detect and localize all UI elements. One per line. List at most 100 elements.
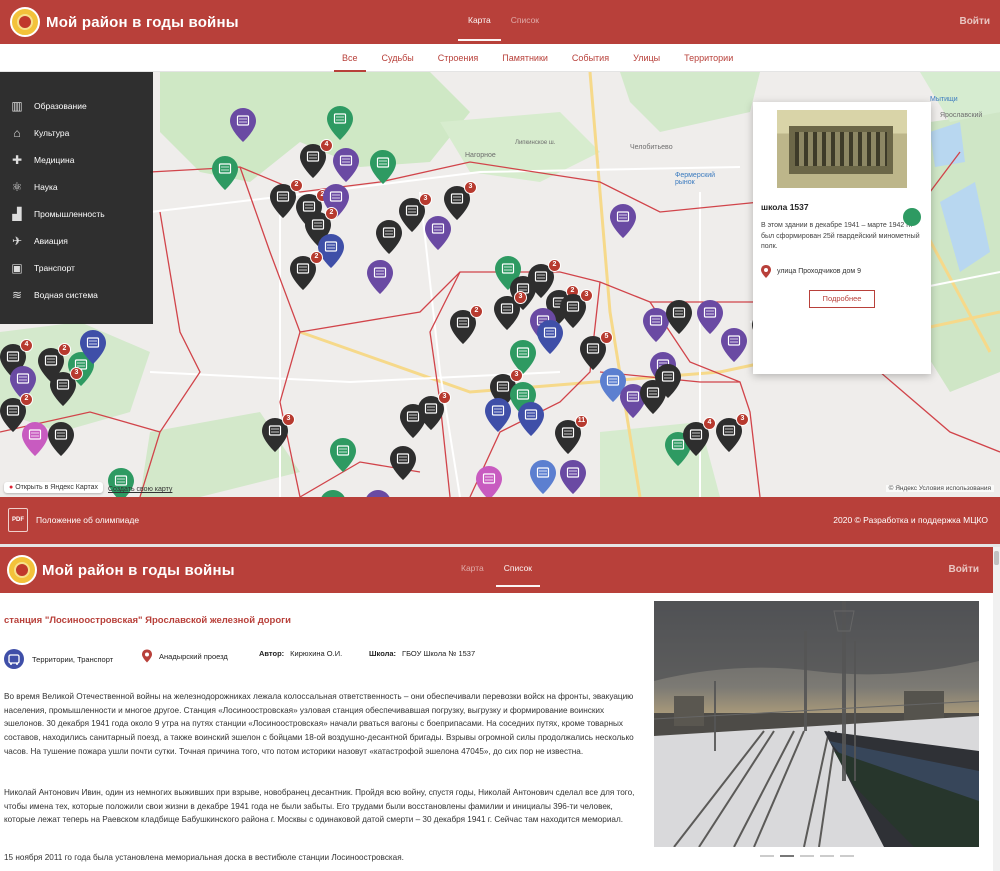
map-marker[interactable]: 4 (300, 139, 333, 178)
carousel-dot[interactable] (800, 855, 814, 857)
map-marker[interactable] (390, 446, 416, 480)
sidebar-item-transport[interactable]: ▣ Транспорт (0, 254, 153, 281)
tab-list[interactable]: Список (495, 563, 541, 587)
map-marker[interactable] (610, 204, 636, 238)
sidebar-item-culture[interactable]: ⌂ Культура (0, 119, 153, 146)
map-marker[interactable] (425, 216, 451, 250)
scrollbar-thumb[interactable] (994, 551, 999, 565)
sidebar-item-industry[interactable]: ▟ Промышленность (0, 200, 153, 227)
tab-underline (458, 39, 501, 41)
tab-map[interactable]: Карта (461, 563, 484, 579)
map-marker[interactable] (370, 150, 396, 184)
map-marker[interactable] (518, 402, 544, 436)
map-marker[interactable]: 3 (716, 413, 749, 452)
carousel-dot[interactable] (760, 855, 774, 857)
category-all[interactable]: Все (330, 44, 370, 72)
map-canvas[interactable]: Нагорное Липкинское ш. Челобитьево Ферме… (0, 72, 1000, 497)
marker-pin-icon (370, 150, 396, 184)
marker-pin-icon (666, 300, 692, 334)
category-territories[interactable]: Территории (672, 44, 745, 72)
map-marker[interactable] (697, 300, 723, 334)
sidebar-item-medicine[interactable]: ✚ Медицина (0, 146, 153, 173)
category-streets[interactable]: Улицы (621, 44, 672, 72)
map-marker[interactable]: 3 (494, 291, 527, 330)
map-marker[interactable] (476, 466, 502, 497)
article-photo[interactable] (654, 601, 979, 847)
cluster-count-badge: 2 (290, 179, 303, 192)
map-marker[interactable]: 3 (560, 289, 593, 328)
map-marker[interactable]: 2 (450, 305, 483, 344)
tab-list[interactable]: Список (511, 15, 539, 31)
map-marker[interactable]: 3 (399, 193, 432, 232)
view-tabs: Карта Список (458, 15, 539, 41)
cluster-count-badge: 2 (325, 207, 338, 220)
map-marker[interactable] (537, 320, 563, 354)
carousel-dot[interactable] (840, 855, 854, 857)
map-marker[interactable] (230, 108, 256, 142)
marker-pin-icon (230, 108, 256, 142)
category-buildings[interactable]: Строения (426, 44, 491, 72)
regulations-link[interactable]: Положение об олимпиаде (36, 515, 139, 525)
map-marker[interactable] (22, 422, 48, 456)
carousel-dot[interactable] (780, 855, 794, 857)
map-marker[interactable] (212, 156, 238, 190)
category-monuments[interactable]: Памятники (490, 44, 560, 72)
atom-icon: ⚛ (11, 179, 23, 194)
cluster-count-badge: 3 (736, 413, 749, 426)
map-marker[interactable] (530, 460, 556, 494)
map-marker[interactable]: 11 (555, 415, 588, 454)
article: станция "Лосиноостровская" Ярославской ж… (0, 593, 993, 871)
popup-photo (777, 110, 907, 188)
map-marker[interactable]: 2 (290, 251, 323, 290)
map-marker[interactable]: 2 (270, 179, 303, 218)
map-marker[interactable] (666, 300, 692, 334)
map-marker[interactable]: 4 (683, 417, 716, 456)
scrollbar[interactable] (993, 547, 1000, 871)
create-map-link[interactable]: Создать свою карту (108, 486, 172, 493)
map-marker[interactable]: 3 (50, 367, 83, 406)
map-marker[interactable] (560, 460, 586, 494)
sidebar-item-water[interactable]: ≋ Водная система (0, 281, 153, 308)
tab-map[interactable]: Карта (458, 15, 501, 41)
map-marker[interactable] (485, 398, 511, 432)
marker-pin-icon (376, 220, 402, 254)
pdf-icon[interactable]: PDF (8, 508, 28, 532)
category-fates[interactable]: Судьбы (370, 44, 426, 72)
sidebar-item-label: Транспорт (34, 262, 75, 273)
map-marker[interactable] (376, 220, 402, 254)
login-button[interactable]: Войти (948, 564, 979, 575)
map-marker[interactable] (367, 260, 393, 294)
marker-pin-icon (530, 460, 556, 494)
map-marker[interactable] (318, 234, 344, 268)
map-marker[interactable]: 5 (580, 331, 613, 370)
sidebar-item-aviation[interactable]: ✈ Авиация (0, 227, 153, 254)
map-marker[interactable] (721, 328, 747, 362)
logo-icon[interactable] (7, 555, 37, 585)
sidebar-item-education[interactable]: ▥ Образование (0, 92, 153, 119)
map-marker[interactable] (655, 364, 681, 398)
open-in-yandex-label: Открыть в Яндекс Картах (15, 484, 99, 491)
category-events[interactable]: События (560, 44, 621, 72)
map-marker[interactable] (333, 148, 359, 182)
school-label: Школа: (369, 649, 397, 658)
more-button[interactable]: Подробнее (809, 289, 875, 308)
sidebar-item-science[interactable]: ⚛ Наука (0, 173, 153, 200)
map-marker[interactable]: 3 (418, 391, 451, 430)
marker-pin-icon (330, 438, 356, 472)
map-copyright[interactable]: © Яндекс Условия использования (885, 485, 994, 492)
map-marker[interactable]: 3 (444, 181, 477, 220)
map-marker[interactable]: 3 (262, 413, 295, 452)
marker-pin-icon (655, 364, 681, 398)
article-location-text: Анадырский проезд (159, 651, 228, 661)
map-marker[interactable] (320, 490, 346, 497)
map-marker[interactable] (365, 490, 391, 497)
map-marker[interactable] (330, 438, 356, 472)
cluster-count-badge: 3 (70, 367, 83, 380)
map-marker[interactable] (80, 330, 106, 364)
map-marker[interactable] (48, 422, 74, 456)
login-button[interactable]: Войти (959, 16, 990, 27)
map-marker[interactable] (327, 106, 353, 140)
logo-icon[interactable] (10, 7, 40, 37)
open-in-yandex-link[interactable]: ● Открыть в Яндекс Картах (4, 482, 104, 493)
carousel-dot[interactable] (820, 855, 834, 857)
